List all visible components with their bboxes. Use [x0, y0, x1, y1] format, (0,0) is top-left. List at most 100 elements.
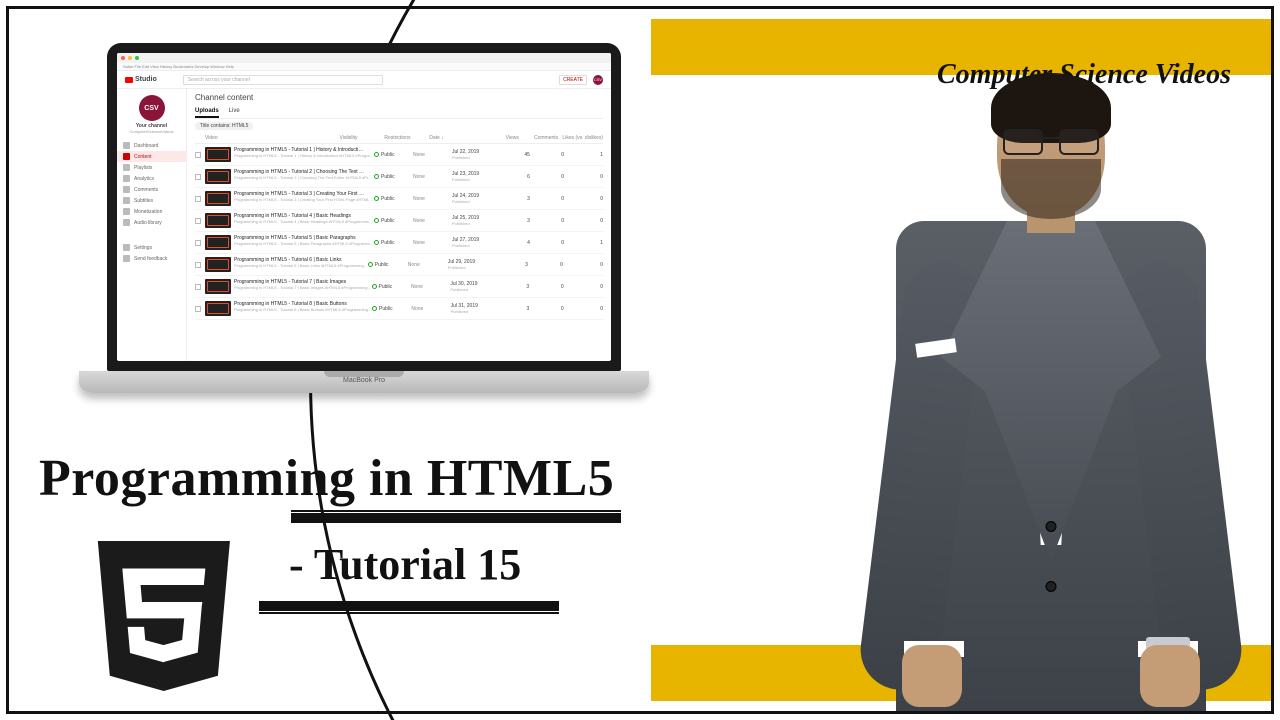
jacket-button-2	[1046, 581, 1057, 592]
video-row: Programming in HTML5 - Tutorial 7 | Basi…	[195, 276, 603, 298]
video-desc: Programming in HTML5 - Tutorial 7 | Basi…	[234, 285, 372, 290]
laptop-mockup: Safari File Edit View History Bookmarks …	[79, 43, 649, 423]
visibility-icon	[372, 284, 377, 289]
comments-cell: 0	[530, 152, 564, 158]
sidebar-item-icon	[123, 255, 130, 262]
visibility-label: Public	[379, 306, 393, 312]
sidebar-item: Analytics	[117, 173, 186, 184]
youtube-icon	[125, 77, 133, 83]
youtube-studio-screenshot: Safari File Edit View History Bookmarks …	[117, 53, 611, 361]
views-cell: 3	[501, 218, 530, 224]
row-checkbox	[195, 306, 201, 312]
sidebar-item: Settings	[117, 242, 186, 253]
sidebar-item: Audio library	[117, 217, 186, 228]
views-cell: 3	[498, 262, 528, 268]
video-thumbnail	[205, 301, 231, 316]
video-row: Programming in HTML5 - Tutorial 5 | Basi…	[195, 232, 603, 254]
comments-cell: 0	[528, 262, 563, 268]
beard	[1001, 159, 1101, 219]
restrictions-cell: None	[413, 218, 452, 224]
studio-logo-text: Studio	[135, 76, 157, 83]
video-row: Programming in HTML5 - Tutorial 1 | Hist…	[195, 144, 603, 166]
laptop-base: MacBook Pro	[79, 371, 649, 393]
restrictions-cell: None	[408, 262, 448, 268]
video-desc: Programming in HTML5 - Tutorial 8 | Basi…	[234, 307, 372, 312]
visibility-icon	[372, 306, 377, 311]
comments-cell: 0	[529, 306, 563, 312]
maximize-dot-icon	[135, 56, 139, 60]
studio-searchbar: Search across your channel	[183, 75, 383, 85]
sidebar-item-label: Comments	[134, 187, 158, 193]
col-video: Video	[205, 135, 340, 141]
likes-cell: 0	[564, 218, 603, 224]
visibility-label: Public	[379, 284, 393, 290]
views-cell: 3	[500, 284, 530, 290]
sidebar-item-icon	[123, 175, 130, 182]
row-checkbox	[195, 196, 201, 202]
col-likes: Likes (vs. dislikes)	[558, 135, 603, 141]
page-title: Channel content	[195, 93, 603, 102]
macos-menu-bar: Safari File Edit View History Bookmarks …	[117, 63, 611, 71]
restrictions-cell: None	[411, 284, 450, 290]
likes-cell: 1	[564, 240, 603, 246]
row-checkbox	[195, 218, 201, 224]
html5-shield-icon	[89, 541, 239, 691]
col-restrictions: Restrictions	[384, 135, 429, 141]
visibility-icon	[368, 262, 373, 267]
sidebar-item-icon	[123, 208, 130, 215]
filter-chip: Title contains: HTML5	[195, 122, 253, 130]
likes-cell: 0	[564, 284, 603, 290]
video-desc: Programming in HTML5 - Tutorial 3 | Crea…	[234, 197, 374, 202]
sidebar-item-label: Dashboard	[134, 143, 158, 149]
restrictions-cell: None	[413, 174, 452, 180]
sidebar-item-label: Playlists	[134, 165, 152, 171]
video-thumbnail	[205, 169, 231, 184]
video-row: Programming in HTML5 - Tutorial 4 | Basi…	[195, 210, 603, 232]
minimize-dot-icon	[128, 56, 132, 60]
likes-cell: 0	[564, 306, 603, 312]
visibility-label: Public	[381, 196, 395, 202]
visibility-label: Public	[381, 218, 395, 224]
title-underline-2	[259, 601, 559, 611]
video-thumbnail	[205, 191, 231, 206]
studio-sidebar: CSV Your channel ComputerScienceVideos D…	[117, 89, 187, 361]
video-row: Programming in HTML5 - Tutorial 8 | Basi…	[195, 298, 603, 320]
visibility-icon	[374, 152, 379, 157]
comments-cell: 0	[530, 218, 564, 224]
channel-subname: ComputerScienceVideos	[130, 129, 174, 134]
video-row: Programming in HTML5 - Tutorial 6 | Basi…	[195, 254, 603, 276]
likes-cell: 1	[564, 152, 603, 158]
video-row: Programming in HTML5 - Tutorial 3 | Crea…	[195, 188, 603, 210]
sidebar-item-label: Settings	[134, 245, 152, 251]
likes-cell: 0	[564, 174, 603, 180]
right-hand	[1140, 645, 1200, 707]
date-status: Published	[452, 199, 501, 204]
date-status: Published	[450, 287, 499, 292]
likes-cell: 0	[563, 262, 603, 268]
views-cell: 45	[501, 152, 530, 158]
video-desc: Programming in HTML5 - Tutorial 2 | Choo…	[234, 175, 374, 180]
channel-avatar: CSV	[139, 95, 165, 121]
sidebar-channel-block: CSV Your channel ComputerScienceVideos	[117, 93, 186, 140]
visibility-label: Public	[375, 262, 389, 268]
restrictions-cell: None	[413, 240, 452, 246]
date-status: Published	[452, 243, 501, 248]
date-status: Published	[451, 309, 500, 314]
main-title: Programming in HTML5	[39, 449, 614, 508]
likes-cell: 0	[564, 196, 603, 202]
views-cell: 6	[501, 174, 530, 180]
row-checkbox	[195, 152, 201, 158]
subtitle: - Tutorial 15	[289, 539, 521, 590]
restrictions-cell: None	[411, 306, 450, 312]
table-header: Video Visibility Restrictions Date ↓ Vie…	[195, 133, 603, 144]
video-desc: Programming in HTML5 - Tutorial 1 | Hist…	[234, 153, 374, 158]
comments-cell: 0	[530, 196, 564, 202]
sidebar-item: Dashboard	[117, 140, 186, 151]
filter-row: Title contains: HTML5	[195, 122, 603, 130]
sidebar-item-icon	[123, 186, 130, 193]
visibility-icon	[374, 218, 379, 223]
date-status: Published	[452, 155, 501, 160]
visibility-icon	[374, 196, 379, 201]
macos-window-controls	[117, 53, 611, 63]
visibility-icon	[374, 240, 379, 245]
